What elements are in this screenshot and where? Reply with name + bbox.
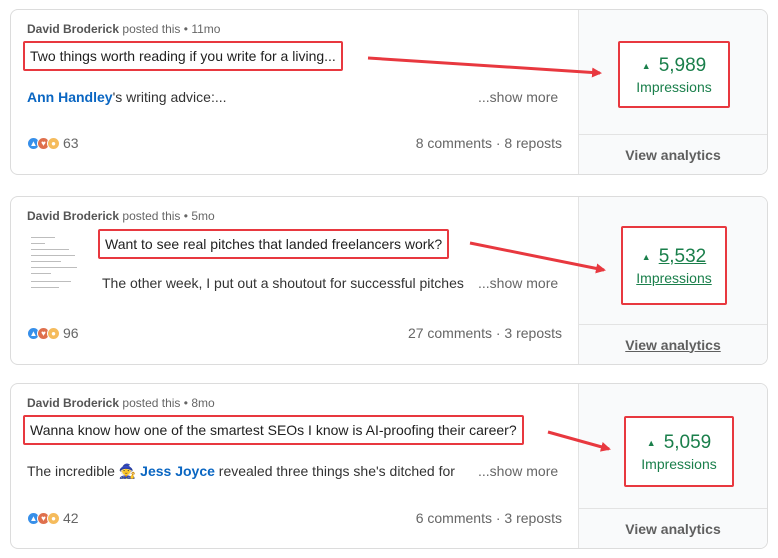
show-more-link[interactable]: ...show more (478, 89, 558, 105)
post-card[interactable]: David Broderick posted this • 11mo Two t… (10, 9, 768, 175)
reactions-summary[interactable]: ▲ ♥ ● 96 (27, 325, 79, 341)
post-analytics-panel: ▲ 5,989 Impressions View analytics (578, 10, 767, 174)
mention-link[interactable]: Jess Joyce (140, 463, 215, 479)
insightful-icon: ● (47, 511, 60, 525)
post-headline[interactable]: Wanna know how one of the smartest SEOs … (23, 415, 524, 445)
author-name[interactable]: David Broderick (27, 209, 119, 223)
impressions-metric[interactable]: ▲ 5,532 Impressions (621, 226, 727, 305)
post-age: 11mo (191, 22, 221, 36)
reaction-count: 42 (63, 510, 79, 526)
post-age: 8mo (191, 396, 215, 410)
preview-text: 's writing advice:... (112, 89, 227, 105)
impressions-label: Impressions (641, 455, 717, 472)
trend-up-icon: ▲ (641, 251, 651, 262)
impressions-label: Impressions (636, 269, 712, 286)
post-thumbnail[interactable] (27, 231, 85, 293)
post-content[interactable]: David Broderick posted this • 5mo Want t… (11, 197, 578, 364)
impressions-metric[interactable]: ▲ 5,989 Impressions (618, 41, 730, 108)
impressions-value: 5,989 (658, 54, 707, 76)
post-preview[interactable]: Ann Handley's writing advice:... (27, 89, 467, 105)
post-headline[interactable]: Want to see real pitches that landed fre… (98, 229, 450, 259)
reactions-summary[interactable]: ▲ ♥ ● 42 (27, 510, 79, 526)
view-analytics-button[interactable]: View analytics (579, 324, 767, 364)
post-byline: David Broderick posted this • 11mo (27, 22, 221, 36)
post-card[interactable]: David Broderick posted this • 5mo Want t… (10, 196, 768, 365)
post-byline: David Broderick posted this • 8mo (27, 396, 215, 410)
engagement-stats[interactable]: 27 comments · 3 reposts (408, 325, 562, 341)
post-content[interactable]: David Broderick posted this • 11mo Two t… (11, 10, 578, 174)
wizard-emoji: 🧙 (118, 463, 137, 479)
post-age: 5mo (191, 209, 215, 223)
trend-up-icon: ▲ (641, 60, 651, 71)
impressions-label: Impressions (636, 78, 712, 95)
preview-text: The other week, I put out a shoutout for… (102, 275, 464, 291)
author-name[interactable]: David Broderick (27, 22, 119, 36)
engagement-stats[interactable]: 8 comments · 8 reposts (416, 135, 562, 151)
post-content[interactable]: David Broderick posted this • 8mo Wanna … (11, 384, 578, 548)
post-analytics-panel: ▲ 5,059 Impressions View analytics (578, 384, 767, 548)
show-more-link[interactable]: ...show more (478, 275, 558, 291)
insightful-icon: ● (47, 136, 60, 150)
show-more-link[interactable]: ...show more (478, 463, 558, 479)
posted-text: posted this (122, 209, 181, 223)
post-headline[interactable]: Two things worth reading if you write fo… (23, 41, 343, 71)
reaction-count: 63 (63, 135, 79, 151)
reaction-count: 96 (63, 325, 79, 341)
engagement-stats[interactable]: 6 comments · 3 reposts (416, 510, 562, 526)
post-preview[interactable]: The incredible 🧙 Jess Joyce revealed thr… (27, 463, 467, 480)
preview-text: revealed three things she's ditched for (214, 463, 455, 479)
posted-text: posted this (122, 396, 181, 410)
posted-text: posted this (122, 22, 181, 36)
insightful-icon: ● (47, 326, 60, 340)
reactions-summary[interactable]: ▲ ♥ ● 63 (27, 135, 79, 151)
trend-up-icon: ▲ (646, 437, 656, 448)
impressions-value: 5,059 (663, 431, 712, 453)
impressions-metric[interactable]: ▲ 5,059 Impressions (624, 416, 734, 487)
mention-link[interactable]: Ann Handley (27, 89, 113, 105)
author-name[interactable]: David Broderick (27, 396, 119, 410)
post-byline: David Broderick posted this • 5mo (27, 209, 215, 223)
impressions-value: 5,532 (658, 245, 707, 267)
post-preview[interactable]: The other week, I put out a shoutout for… (102, 275, 470, 291)
view-analytics-button[interactable]: View analytics (579, 134, 767, 174)
post-analytics-panel: ▲ 5,532 Impressions View analytics (578, 197, 767, 364)
preview-text: The incredible (27, 463, 115, 479)
post-card[interactable]: David Broderick posted this • 8mo Wanna … (10, 383, 768, 549)
view-analytics-button[interactable]: View analytics (579, 508, 767, 548)
